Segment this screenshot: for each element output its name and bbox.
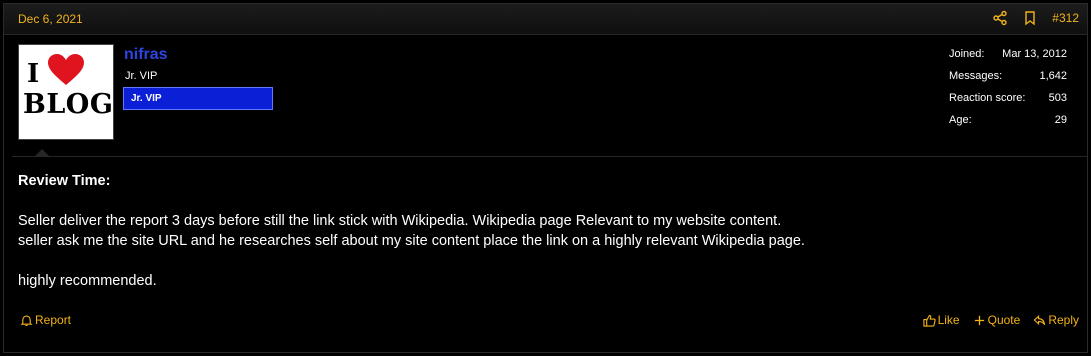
avatar-text-blog: BLOG bbox=[23, 89, 114, 120]
avatar[interactable]: I BLOG bbox=[18, 44, 114, 140]
post-header: Dec 6, 2021 #312 bbox=[4, 4, 1087, 35]
message-line: Seller deliver the report 3 days before … bbox=[18, 213, 782, 229]
stat-reaction-score: Reaction score: 503 bbox=[949, 92, 1067, 114]
message-heading: Review Time: bbox=[18, 173, 111, 189]
message-post: Dec 6, 2021 #312 I BLOG nifras Jr. VIP J… bbox=[3, 3, 1088, 353]
divider-arrow bbox=[35, 149, 49, 156]
thumbs-up-icon bbox=[922, 314, 936, 327]
stat-value: Mar 13, 2012 bbox=[1002, 48, 1067, 60]
bell-icon bbox=[20, 314, 33, 326]
post-date[interactable]: Dec 6, 2021 bbox=[18, 12, 83, 26]
message-line: seller ask me the site URL and he resear… bbox=[18, 233, 805, 249]
post-header-actions: #312 bbox=[992, 10, 1079, 26]
heart-icon bbox=[48, 54, 84, 85]
user-title: Jr. VIP bbox=[125, 70, 158, 82]
stat-age: Age: 29 bbox=[949, 114, 1067, 136]
stat-label: Messages: bbox=[949, 70, 1003, 82]
stat-value: 29 bbox=[1054, 114, 1067, 126]
username-link[interactable]: nifras bbox=[124, 46, 168, 64]
report-label: Report bbox=[35, 313, 72, 327]
stat-label: Age: bbox=[949, 114, 972, 126]
reply-button[interactable]: Reply bbox=[1033, 313, 1079, 327]
stat-value: 503 bbox=[1048, 92, 1067, 104]
message-body: Review Time: Seller deliver the report 3… bbox=[18, 171, 805, 291]
stat-label: Reaction score: bbox=[949, 92, 1026, 104]
stat-joined: Joined: Mar 13, 2012 bbox=[949, 48, 1067, 70]
post-actions: Like Quote Reply bbox=[910, 313, 1079, 327]
reply-icon bbox=[1033, 314, 1046, 325]
stat-label: Joined: bbox=[949, 48, 985, 60]
message-line: highly recommended. bbox=[18, 273, 157, 289]
stat-messages: Messages: 1,642 bbox=[949, 70, 1067, 92]
bookmark-icon[interactable] bbox=[1022, 10, 1038, 26]
quote-label: Quote bbox=[987, 313, 1021, 327]
report-link[interactable]: Report bbox=[20, 313, 71, 327]
avatar-text-i: I bbox=[27, 59, 40, 89]
quote-button[interactable]: Quote bbox=[973, 313, 1021, 327]
share-icon[interactable] bbox=[992, 10, 1008, 26]
user-banner: Jr. VIP bbox=[123, 87, 273, 110]
stat-value[interactable]: 1,642 bbox=[1039, 70, 1067, 82]
divider bbox=[12, 156, 1087, 157]
post-number-link[interactable]: #312 bbox=[1052, 11, 1079, 25]
reply-label: Reply bbox=[1048, 313, 1079, 327]
like-label: Like bbox=[937, 313, 960, 327]
like-button[interactable]: Like bbox=[922, 313, 960, 327]
user-stats: Joined: Mar 13, 2012 Messages: 1,642 Rea… bbox=[949, 48, 1067, 136]
plus-icon bbox=[974, 315, 984, 325]
